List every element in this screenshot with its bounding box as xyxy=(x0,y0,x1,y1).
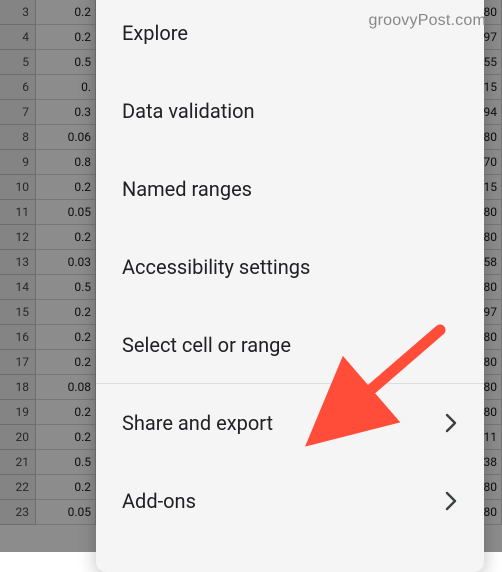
menu-item-select-cell-or-range[interactable]: Select cell or range xyxy=(96,306,484,384)
tools-menu-panel: Explore Data validation Named ranges Acc… xyxy=(96,0,484,572)
menu-item-add-ons[interactable]: Add-ons xyxy=(96,462,484,540)
menu-item-share-and-export[interactable]: Share and export xyxy=(96,384,484,462)
menu-item-label: Data validation xyxy=(122,99,255,123)
menu-item-label: Explore xyxy=(122,21,188,45)
menu-item-accessibility-settings[interactable]: Accessibility settings xyxy=(96,228,484,306)
menu-item-named-ranges[interactable]: Named ranges xyxy=(96,150,484,228)
menu-item-label: Accessibility settings xyxy=(122,255,310,279)
menu-item-label: Select cell or range xyxy=(122,333,291,357)
menu-item-data-validation[interactable]: Data validation xyxy=(96,72,484,150)
chevron-right-icon xyxy=(445,491,458,511)
menu-item-label: Share and export xyxy=(122,411,273,435)
menu-item-label: Add-ons xyxy=(122,489,196,513)
menu-item-explore[interactable]: Explore xyxy=(96,0,484,72)
chevron-right-icon xyxy=(445,413,458,433)
watermark-text: groovyPost.com xyxy=(368,12,486,30)
menu-item-label: Named ranges xyxy=(122,177,252,201)
